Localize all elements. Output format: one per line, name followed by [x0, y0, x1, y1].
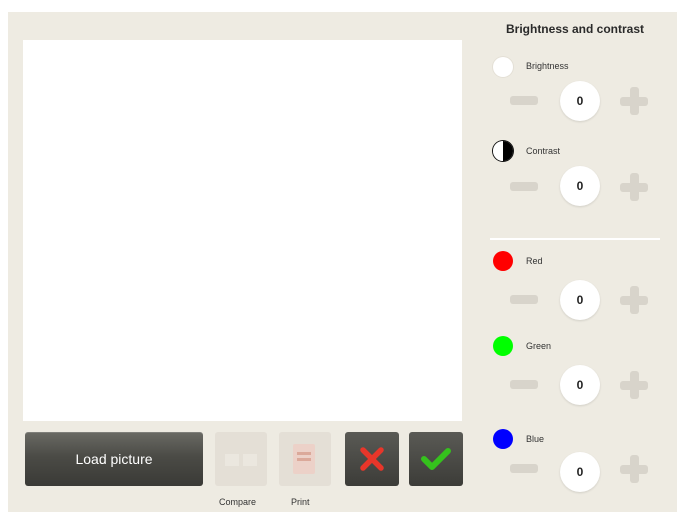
blue-value: 0 [560, 452, 600, 492]
brightness-value: 0 [560, 81, 600, 121]
brightness-plus-button[interactable] [620, 87, 648, 115]
brightness-label: Brightness [526, 61, 569, 71]
contrast-indicator-icon [493, 141, 513, 161]
compare-label: Compare [219, 497, 257, 507]
contrast-minus-button[interactable] [510, 182, 538, 191]
compare-button[interactable] [215, 432, 267, 486]
green-plus-button[interactable] [620, 371, 648, 399]
print-icon [293, 444, 315, 474]
blue-indicator-icon [493, 429, 513, 449]
contrast-value: 0 [560, 166, 600, 206]
panel-divider [490, 238, 660, 240]
load-picture-button[interactable]: Load picture [25, 432, 203, 486]
panel-title: Brightness and contrast [505, 22, 645, 36]
red-indicator-icon [493, 251, 513, 271]
picture-canvas[interactable] [23, 40, 462, 421]
cancel-button[interactable] [345, 432, 399, 486]
red-plus-button[interactable] [620, 286, 648, 314]
contrast-label: Contrast [526, 146, 561, 156]
checkmark-icon [421, 448, 451, 470]
close-x-icon [360, 447, 384, 471]
print-button[interactable] [279, 432, 331, 486]
sun-indicator-icon [493, 57, 513, 77]
blue-label: Blue [526, 434, 545, 444]
confirm-button[interactable] [409, 432, 463, 486]
blue-plus-button[interactable] [620, 455, 648, 483]
green-label: Green [526, 341, 552, 351]
green-value: 0 [560, 365, 600, 405]
red-minus-button[interactable] [510, 295, 538, 304]
compare-icon [225, 454, 257, 466]
brightness-minus-button[interactable] [510, 96, 538, 105]
red-label: Red [526, 256, 543, 266]
green-minus-button[interactable] [510, 380, 538, 389]
print-label: Print [291, 497, 310, 507]
green-indicator-icon [493, 336, 513, 356]
red-value: 0 [560, 280, 600, 320]
blue-minus-button[interactable] [510, 464, 538, 473]
contrast-plus-button[interactable] [620, 173, 648, 201]
